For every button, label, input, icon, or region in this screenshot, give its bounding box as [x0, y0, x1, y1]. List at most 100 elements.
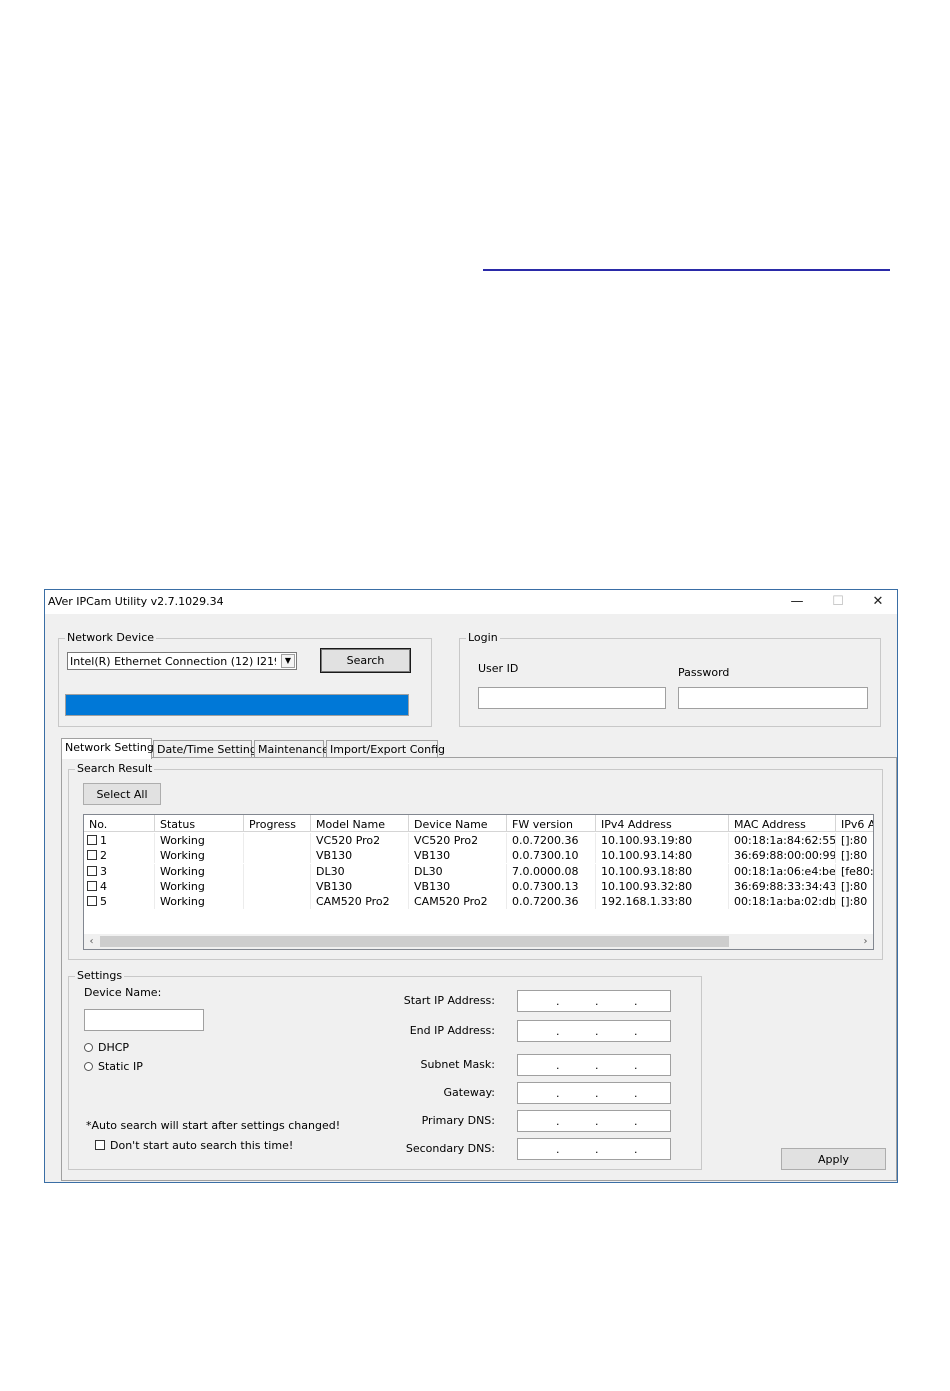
table-cell: VB130 — [311, 848, 409, 864]
tab-network-setting[interactable]: Network Setting — [61, 738, 154, 759]
table-row[interactable]: 4 Working VB130 VB130 0.0.7300.13 10.100.93.3… — [84, 878, 873, 894]
device-name-label: Device Name: — [84, 986, 162, 999]
table-cell: VC520 Pro2 — [311, 833, 409, 848]
table-row[interactable]: 1 Working VC520 Pro2 VC520 Pro2 0.0.7200.36 1… — [84, 833, 873, 848]
ip-octet-separator: . — [634, 1059, 638, 1072]
column-header[interactable]: FW version — [507, 815, 596, 832]
device-list[interactable]: No. Status Progress Model Name Device Name FW… — [83, 814, 874, 950]
table-cell — [244, 878, 311, 894]
search-button[interactable]: Search — [320, 648, 411, 673]
row-checkbox[interactable] — [87, 850, 97, 861]
row-checkbox[interactable] — [87, 896, 97, 907]
ip-field-label: Gateway: — [443, 1086, 496, 1099]
scrollbar-thumb[interactable] — [100, 936, 729, 947]
table-cell: Working — [155, 878, 244, 894]
static-ip-radio[interactable]: Static IP — [84, 1060, 143, 1073]
settings-group: Settings Device Name: DHCP Static IP *Au… — [68, 969, 702, 1170]
table-cell: VB130 — [409, 878, 507, 894]
ip-address-input[interactable]: ... — [517, 1054, 671, 1076]
table-cell: Working — [155, 863, 244, 879]
ip-octet-separator: . — [556, 995, 560, 1008]
ip-octet-separator: . — [595, 1025, 599, 1038]
scroll-left-icon[interactable]: ‹ — [84, 934, 99, 949]
column-header[interactable]: No. — [84, 815, 155, 832]
chevron-down-icon[interactable]: ▼ — [281, 654, 295, 668]
row-checkbox[interactable] — [87, 880, 97, 891]
table-cell: 0.0.7300.10 — [507, 848, 596, 864]
dhcp-label: DHCP — [98, 1041, 130, 1054]
network-adapter-dropdown[interactable]: Intel(R) Ethernet Connection (12) I219-V… — [67, 652, 297, 670]
user-id-label: User ID — [478, 662, 519, 675]
app-window: AVer IPCam Utility v2.7.1029.34 — ☐ ✕ Ne… — [44, 589, 898, 1183]
table-cell: CAM520 Pro2 — [409, 894, 507, 910]
ip-field-label: Subnet Mask: — [420, 1058, 495, 1071]
network-device-group: Network Device Intel(R) Ethernet Connect… — [58, 631, 432, 727]
close-icon[interactable]: ✕ — [858, 592, 898, 612]
device-name-input[interactable] — [84, 1009, 204, 1031]
static-ip-radio-icon[interactable] — [84, 1062, 93, 1071]
row-checkbox[interactable] — [87, 865, 97, 876]
user-id-input[interactable] — [478, 687, 666, 709]
dont-start-auto-search-checkbox[interactable]: Don't start auto search this time! — [95, 1139, 293, 1152]
tab-import-export-config[interactable]: Import/Export Config — [326, 740, 445, 757]
table-row[interactable]: 5 Working CAM520 Pro2 CAM520 Pro2 0.0.7200.3… — [84, 894, 873, 910]
table-row[interactable]: 2 Working VB130 VB130 0.0.7300.10 10.100.93.1… — [84, 848, 873, 864]
ip-octet-separator: . — [556, 1087, 560, 1100]
table-cell: DL30 — [311, 863, 409, 879]
ip-field-label: Start IP Address: — [403, 994, 495, 1007]
table-row[interactable]: 3 Working DL30 DL30 7.0.0000.08 10.100.93.18:… — [84, 863, 873, 879]
table-cell: 00:18:1a:84:62:55 — [729, 833, 836, 848]
tab-maintenance[interactable]: Maintenance — [254, 740, 329, 757]
login-group: Login User ID Password — [459, 631, 881, 727]
column-header[interactable]: Device Name — [409, 815, 507, 832]
settings-group-label: Settings — [75, 969, 125, 982]
login-group-label: Login — [466, 631, 500, 644]
search-result-group: Search Result Select All No. Status Progre… — [68, 762, 883, 960]
table-cell: [fe80: — [836, 864, 873, 879]
ip-address-input[interactable]: ... — [517, 1082, 671, 1104]
column-header[interactable]: Model Name — [311, 815, 409, 832]
table-cell: 10.100.93.32:80 — [596, 878, 729, 894]
select-all-button[interactable]: Select All — [83, 783, 161, 805]
dont-start-auto-search-label: Don't start auto search this time! — [110, 1139, 294, 1152]
ip-address-input[interactable]: ... — [517, 990, 671, 1012]
row-number: 1 — [100, 834, 107, 847]
column-header[interactable]: IPv4 Address — [596, 815, 729, 832]
horizontal-scrollbar[interactable]: ‹ › — [84, 934, 873, 949]
row-number: 3 — [100, 864, 107, 878]
dhcp-radio-icon[interactable] — [84, 1043, 93, 1052]
table-cell: []:80 — [836, 848, 873, 863]
password-input[interactable] — [678, 687, 868, 709]
maximize-icon[interactable]: ☐ — [818, 592, 858, 612]
ip-octet-separator: . — [595, 1059, 599, 1072]
tab-date-time-setting[interactable]: Date/Time Setting — [153, 740, 257, 757]
column-header[interactable]: Progress — [244, 815, 311, 832]
table-cell: 5 — [84, 894, 155, 910]
ip-address-input[interactable]: ... — [517, 1138, 671, 1160]
dhcp-radio[interactable]: DHCP — [84, 1041, 129, 1054]
network-device-group-label: Network Device — [65, 631, 157, 644]
ip-octet-separator: . — [634, 1115, 638, 1128]
column-header[interactable]: MAC Address — [729, 815, 836, 832]
table-cell: 4 — [84, 878, 155, 894]
table-cell: 1 — [84, 833, 155, 848]
ip-octet-separator: . — [634, 1087, 638, 1100]
scroll-right-icon[interactable]: › — [858, 934, 873, 949]
table-cell: CAM520 Pro2 — [311, 894, 409, 910]
checkbox-icon[interactable] — [95, 1140, 105, 1150]
row-number: 2 — [100, 849, 107, 863]
table-cell: Working — [155, 894, 244, 910]
table-cell: VC520 Pro2 — [409, 833, 507, 848]
table-cell — [244, 863, 311, 879]
table-cell: Working — [155, 848, 244, 864]
minimize-icon[interactable]: — — [777, 592, 817, 612]
ip-address-input[interactable]: ... — [517, 1110, 671, 1132]
ip-address-input[interactable]: ... — [517, 1020, 671, 1042]
table-cell: 10.100.93.19:80 — [596, 833, 729, 848]
table-cell: 7.0.0000.08 — [507, 863, 596, 879]
apply-button[interactable]: Apply — [781, 1148, 886, 1170]
row-checkbox[interactable] — [87, 835, 97, 845]
column-header[interactable]: IPv6 A — [836, 815, 873, 832]
table-cell: 0.0.7200.36 — [507, 833, 596, 848]
column-header[interactable]: Status — [155, 815, 244, 832]
